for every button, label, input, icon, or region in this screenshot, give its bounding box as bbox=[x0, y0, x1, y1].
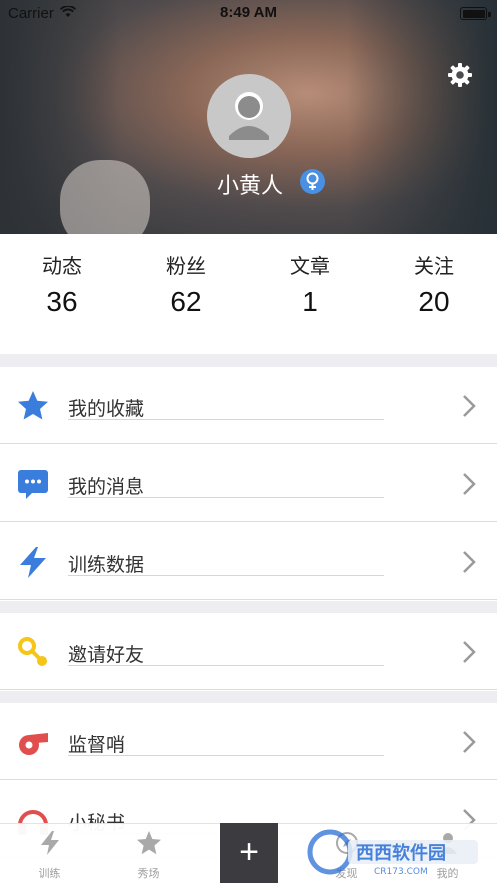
menu-item-training-data[interactable]: 训练数据 bbox=[0, 523, 497, 600]
status-bar: Carrier 8:49 AM bbox=[0, 0, 497, 26]
divider bbox=[68, 665, 384, 666]
menu-item-label: 监督哨 bbox=[68, 735, 126, 756]
menu-item-label: 训练数据 bbox=[68, 555, 145, 576]
section-divider bbox=[0, 354, 497, 367]
gear-icon[interactable] bbox=[447, 62, 473, 88]
plus-icon: + bbox=[239, 833, 259, 871]
stat-value: 20 bbox=[418, 286, 450, 317]
star-icon bbox=[137, 831, 161, 855]
chevron-right-icon bbox=[463, 731, 476, 753]
menu-item-label: 我的消息 bbox=[68, 477, 145, 498]
clock: 8:49 AM bbox=[220, 4, 277, 21]
stat-value: 1 bbox=[302, 286, 318, 317]
stat-label: 关注 bbox=[414, 256, 454, 278]
profile-stats: 动态 36 粉丝 62 文章 1 关注 20 bbox=[0, 234, 497, 354]
menu-item-label: 邀请好友 bbox=[68, 645, 145, 666]
header-photo-shade bbox=[347, 0, 497, 234]
menu-item-messages[interactable]: 我的消息 bbox=[0, 445, 497, 522]
stat-label: 动态 bbox=[42, 256, 82, 278]
add-post-button[interactable]: + bbox=[220, 823, 278, 883]
chevron-right-icon bbox=[463, 641, 476, 663]
female-gender-icon bbox=[300, 169, 325, 194]
watermark-logo: 西西软件园 CR173.COM bbox=[307, 829, 478, 877]
chevron-right-icon bbox=[463, 551, 476, 573]
divider bbox=[68, 755, 384, 756]
divider bbox=[68, 575, 384, 576]
star-icon bbox=[18, 391, 48, 420]
stat-value: 36 bbox=[46, 286, 78, 317]
key-icon bbox=[18, 637, 47, 666]
person-silhouette-icon bbox=[229, 92, 269, 140]
stat-articles[interactable]: 文章 1 bbox=[248, 234, 372, 354]
svg-text:西西软件园: 西西软件园 bbox=[356, 842, 446, 864]
whistle-icon bbox=[19, 733, 48, 755]
stat-posts[interactable]: 动态 36 bbox=[0, 234, 124, 354]
menu-item-invite-friends[interactable]: 邀请好友 bbox=[0, 613, 497, 690]
lightning-icon bbox=[20, 547, 46, 578]
section-divider bbox=[0, 601, 497, 613]
message-icon bbox=[18, 470, 48, 499]
profile-header: Carrier 8:49 AM 小黄人 bbox=[0, 0, 497, 234]
menu-item-label: 我的收藏 bbox=[68, 399, 145, 420]
chevron-right-icon bbox=[463, 473, 476, 495]
tab-training[interactable]: 训练 bbox=[0, 824, 99, 883]
lightning-icon bbox=[41, 831, 59, 855]
chevron-right-icon bbox=[463, 395, 476, 417]
username: 小黄人 bbox=[216, 173, 283, 198]
stat-following[interactable]: 关注 20 bbox=[372, 234, 496, 354]
tab-label: 训练 bbox=[38, 868, 61, 880]
stat-fans[interactable]: 粉丝 62 bbox=[124, 234, 248, 354]
header-photo-detail bbox=[60, 160, 150, 234]
menu-item-favorites[interactable]: 我的收藏 bbox=[0, 367, 497, 444]
stat-label: 粉丝 bbox=[166, 256, 206, 278]
menu-item-supervisor-whistle[interactable]: 监督哨 bbox=[0, 703, 497, 780]
divider bbox=[68, 419, 384, 420]
stat-value: 62 bbox=[170, 286, 202, 317]
stat-label: 文章 bbox=[290, 256, 330, 278]
section-divider bbox=[0, 691, 497, 703]
tab-showcase[interactable]: 秀场 bbox=[99, 824, 198, 883]
battery-icon bbox=[460, 7, 491, 20]
avatar[interactable] bbox=[207, 74, 291, 158]
svg-text:CR173.COM: CR173.COM bbox=[374, 867, 428, 877]
tab-label: 秀场 bbox=[137, 868, 160, 880]
divider bbox=[68, 497, 384, 498]
